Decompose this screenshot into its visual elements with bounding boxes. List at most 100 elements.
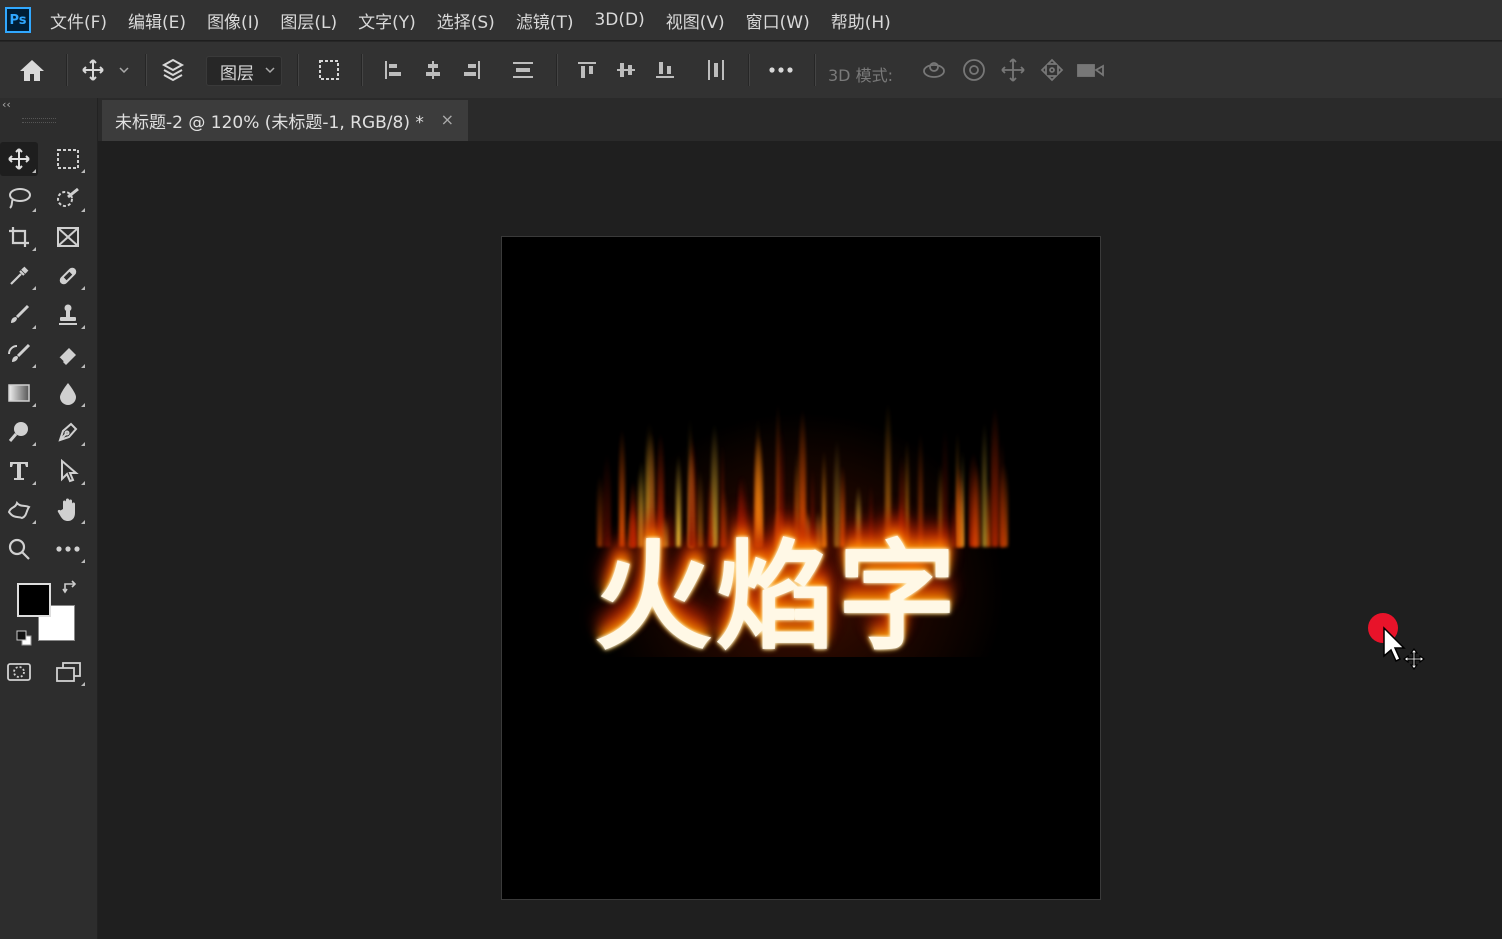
brush-icon (11, 304, 30, 323)
zoom-tool[interactable] (0, 532, 38, 566)
align-bottom-icon[interactable] (650, 52, 680, 88)
edit-toolbar[interactable] (49, 532, 87, 566)
transform-controls-icon[interactable] (312, 52, 346, 88)
eraser-tool[interactable] (49, 337, 87, 371)
flame-streak (981, 420, 988, 547)
dodge-icon (8, 422, 28, 442)
align-left-icon[interactable] (378, 52, 408, 88)
photoshop-logo[interactable]: Ps (5, 7, 31, 33)
default-colors-icon[interactable] (15, 629, 33, 651)
flame-streak (973, 463, 982, 547)
menu-help[interactable]: 帮助(H) (831, 8, 891, 33)
quick-selection-tool[interactable] (49, 181, 87, 215)
menu-image[interactable]: 图像(I) (207, 8, 259, 33)
dodge-tool[interactable] (0, 415, 38, 449)
distribute-vertical-icon[interactable] (508, 52, 538, 88)
menu-layer[interactable]: 图层(L) (280, 8, 337, 33)
align-top-icon[interactable] (572, 52, 602, 88)
flame-streak (991, 405, 1000, 547)
hand-icon (57, 498, 75, 521)
home-icon[interactable] (14, 52, 50, 88)
crop-icon (9, 227, 29, 247)
stamp-icon (59, 304, 77, 325)
3d-pan-icon[interactable] (997, 52, 1029, 88)
align-vertical-center-icon[interactable] (611, 52, 641, 88)
chevron-down-icon (265, 67, 275, 74)
align-right-icon[interactable] (457, 52, 487, 88)
gradient-tool[interactable] (0, 376, 38, 410)
lasso-icon (9, 188, 31, 209)
brush-tool[interactable] (0, 298, 38, 332)
blur-tool[interactable] (49, 376, 87, 410)
bandage-icon (59, 267, 77, 285)
menu-filter[interactable]: 滤镜(T) (516, 8, 574, 33)
move-tool[interactable] (0, 142, 38, 176)
move-cursor-icon (1382, 626, 1434, 680)
document-canvas[interactable]: 火焰字 (501, 236, 1101, 900)
collapse-panel-icon[interactable]: ‹‹ (2, 98, 11, 111)
menu-type[interactable]: 文字(Y) (358, 8, 416, 33)
menu-edit[interactable]: 编辑(E) (128, 8, 186, 33)
gradient-icon (8, 384, 30, 402)
distribute-horizontal-icon[interactable] (701, 52, 731, 88)
history-brush-tool[interactable] (0, 337, 38, 371)
eyedropper-tool[interactable] (0, 259, 38, 293)
document-tab[interactable]: 未标题-2 @ 120% (未标题-1, RGB/8) * × (102, 100, 468, 141)
crop-tool[interactable] (0, 220, 38, 254)
frame-icon (57, 227, 79, 247)
eyedropper-icon (10, 266, 29, 285)
fire-text: 火焰字 (594, 528, 961, 666)
menu-bar: Ps 文件(F) 编辑(E) 图像(I) 图层(L) 文字(Y) 选择(S) 滤… (0, 0, 1502, 40)
pen-icon (58, 422, 78, 442)
screen-mode[interactable] (49, 655, 87, 689)
3d-camera-icon[interactable] (1075, 52, 1107, 88)
clone-stamp-tool[interactable] (49, 298, 87, 332)
3d-slide-icon[interactable] (1036, 52, 1068, 88)
menu-view[interactable]: 视图(V) (666, 8, 725, 33)
screen-mode-icon (56, 662, 81, 682)
lasso-tool[interactable] (0, 181, 38, 215)
custom-shape-tool[interactable] (0, 493, 38, 527)
menu-select[interactable]: 选择(S) (437, 8, 495, 33)
custom-shape-icon (7, 500, 31, 520)
document-tab-title: 未标题-2 @ 120% (未标题-1, RGB/8) * (115, 113, 424, 133)
menu-window[interactable]: 窗口(W) (746, 8, 810, 33)
close-icon[interactable]: × (441, 110, 454, 129)
eraser-icon (58, 348, 76, 365)
move-tool-icon[interactable] (78, 52, 108, 88)
panel-grip[interactable] (22, 118, 56, 123)
flame-streak (1000, 437, 1005, 547)
quick-mask-mode[interactable] (0, 655, 38, 689)
more-icon (56, 546, 80, 552)
quick-mask-icon (7, 663, 31, 681)
auto-select-target-value: 图层 (220, 63, 254, 84)
arrow-pointer-icon (61, 459, 79, 483)
options-bar: 图层 3D 模式: (0, 41, 1502, 99)
magnifier-icon (8, 538, 30, 560)
3d-orbit-icon[interactable] (918, 52, 950, 88)
drop-icon (60, 383, 76, 405)
auto-select-layer-icon[interactable] (156, 52, 190, 88)
menu-file[interactable]: 文件(F) (50, 8, 107, 33)
foreground-color-swatch[interactable] (17, 583, 51, 617)
auto-select-target-dropdown[interactable]: 图层 (206, 56, 282, 86)
align-horizontal-center-icon[interactable] (418, 52, 448, 88)
spot-healing-brush-tool[interactable] (49, 259, 87, 293)
3d-mode-label: 3D 模式: (828, 66, 893, 85)
chevron-down-icon[interactable] (116, 52, 132, 88)
frame-tool[interactable] (49, 220, 87, 254)
hand-tool[interactable] (49, 493, 87, 527)
type-tool[interactable] (0, 454, 38, 488)
marquee-icon (57, 149, 79, 169)
3d-roll-icon[interactable] (958, 52, 990, 88)
type-icon (10, 462, 28, 480)
move-icon (8, 148, 30, 170)
path-selection-tool[interactable] (49, 454, 87, 488)
swap-colors-icon[interactable] (62, 579, 80, 599)
pen-tool[interactable] (49, 415, 87, 449)
menu-3d[interactable]: 3D(D) (594, 10, 644, 30)
more-icon[interactable] (764, 52, 798, 88)
quick-selection-icon (57, 187, 79, 207)
rectangular-marquee-tool[interactable] (49, 142, 87, 176)
history-brush-icon (8, 343, 31, 362)
